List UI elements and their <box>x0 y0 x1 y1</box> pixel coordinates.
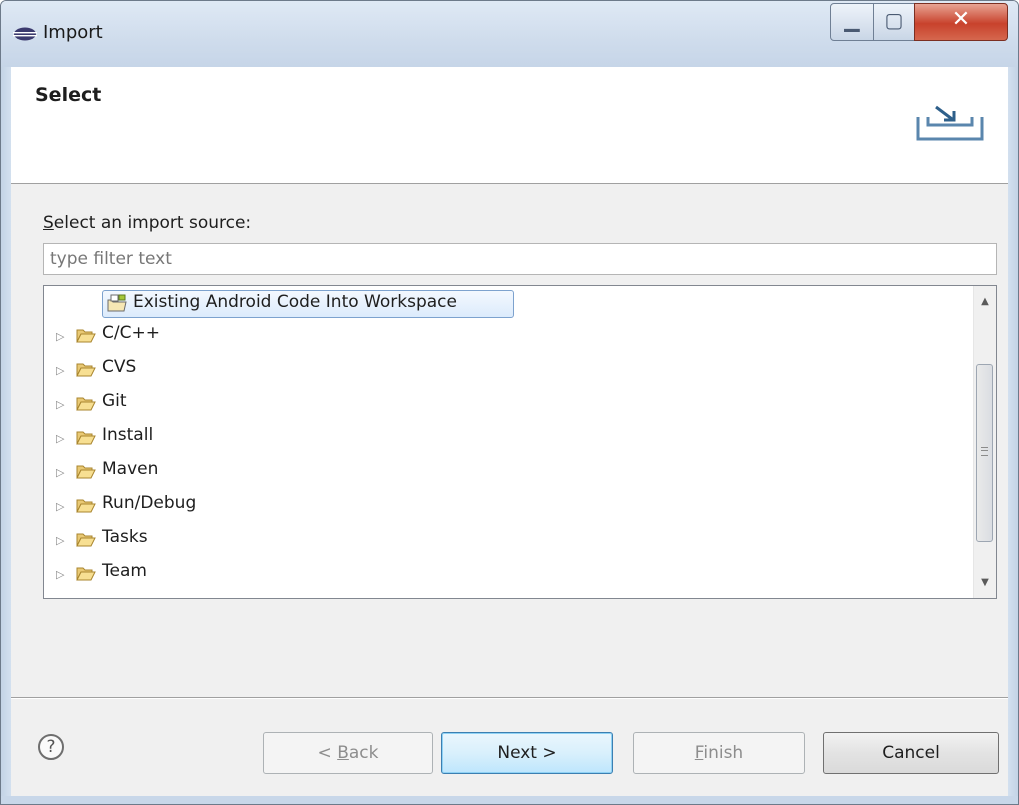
tree-item-cvs[interactable]: ▷ CVS <box>44 354 974 386</box>
tree-item-cpp[interactable]: ▷ C/C++ <box>44 320 974 352</box>
tree-item-git[interactable]: ▷ Git <box>44 388 974 420</box>
minimize-button[interactable]: ▁ <box>830 3 874 41</box>
back-button-text: ack <box>348 743 379 763</box>
folder-icon <box>76 567 96 581</box>
window-frame-right <box>1008 67 1018 804</box>
cancel-button[interactable]: Cancel <box>823 732 999 774</box>
tree-item-label: Existing Android Code Into Workspace <box>133 292 457 312</box>
back-button[interactable]: < Back <box>263 732 433 774</box>
minimize-icon: ▁ <box>844 8 860 32</box>
label-mnemonic: S <box>43 213 54 233</box>
finish-button[interactable]: Finish <box>633 732 805 774</box>
expand-arrow-icon[interactable]: ▷ <box>56 534 64 547</box>
tree-item-label: Git <box>102 391 127 411</box>
label-text: elect an import source: <box>53 213 252 233</box>
help-icon[interactable]: ? <box>38 734 64 760</box>
window-title: Import <box>43 22 103 43</box>
folder-icon <box>76 499 96 513</box>
tree-item-label: Maven <box>102 459 159 479</box>
wizard-header: Select <box>11 67 1008 184</box>
close-button[interactable]: ✕ <box>914 3 1008 41</box>
tree-item-existing-android-code[interactable]: Existing Android Code Into Workspace <box>44 286 974 318</box>
folder-icon <box>76 533 96 547</box>
android-project-icon <box>107 294 127 312</box>
tree-item-maven[interactable]: ▷ Maven <box>44 456 974 488</box>
tree-item-label: Run/Debug <box>102 493 197 513</box>
scroll-down-arrow-icon[interactable]: ▼ <box>974 577 996 588</box>
close-icon: ✕ <box>951 7 971 32</box>
filter-input[interactable] <box>43 243 997 275</box>
expand-arrow-icon[interactable]: ▷ <box>56 466 64 479</box>
folder-icon <box>76 329 96 343</box>
import-dialog: Import ▁ ▢ ✕ Select Select an import sou… <box>0 0 1019 805</box>
folder-icon <box>76 465 96 479</box>
folder-icon <box>76 363 96 377</box>
tree-item-run-debug[interactable]: ▷ Run/Debug <box>44 490 974 522</box>
finish-button-text: inish <box>703 743 744 763</box>
tree-item-label: CVS <box>102 357 137 377</box>
expand-arrow-icon[interactable]: ▷ <box>56 568 64 581</box>
window-frame-left <box>1 67 11 804</box>
page-title: Select <box>35 84 102 106</box>
back-button-mnemonic: B <box>337 743 349 763</box>
expand-arrow-icon[interactable]: ▷ <box>56 432 64 445</box>
expand-arrow-icon[interactable]: ▷ <box>56 330 64 343</box>
folder-icon <box>76 431 96 445</box>
tree-item-label: Team <box>102 561 147 581</box>
expand-arrow-icon[interactable]: ▷ <box>56 364 64 377</box>
grip-icon <box>981 447 988 456</box>
scroll-up-arrow-icon[interactable]: ▲ <box>974 296 996 307</box>
tree-item-install[interactable]: ▷ Install <box>44 422 974 454</box>
tree-item-label: Install <box>102 425 154 445</box>
import-source-tree[interactable]: Existing Android Code Into Workspace ▷ C… <box>43 285 997 599</box>
button-bar-separator <box>11 697 1008 699</box>
title-bar[interactable]: Import ▁ ▢ ✕ <box>1 1 1018 67</box>
expand-arrow-icon[interactable]: ▷ <box>56 500 64 513</box>
tree-item-tasks[interactable]: ▷ Tasks <box>44 524 974 556</box>
maximize-button[interactable]: ▢ <box>873 3 915 41</box>
tree-item-label: C/C++ <box>102 323 160 343</box>
dialog-body: Select Select an import source: Existing <box>11 67 1008 796</box>
tree-item-label: Tasks <box>102 527 148 547</box>
scrollbar-thumb[interactable] <box>976 364 993 542</box>
vertical-scrollbar[interactable]: ▲ ▼ <box>973 286 996 598</box>
selected-tree-item[interactable]: Existing Android Code Into Workspace <box>102 290 514 318</box>
eclipse-icon <box>13 27 37 41</box>
next-button[interactable]: Next > <box>441 732 613 774</box>
window-frame-bottom <box>1 796 1018 804</box>
folder-icon <box>76 397 96 411</box>
maximize-icon: ▢ <box>884 8 904 32</box>
expand-arrow-icon[interactable]: ▷ <box>56 398 64 411</box>
tree-item-team[interactable]: ▷ Team <box>44 558 974 590</box>
back-button-prefix: < <box>317 743 338 763</box>
import-wizard-icon <box>916 105 984 141</box>
import-source-label: Select an import source: <box>43 213 251 233</box>
